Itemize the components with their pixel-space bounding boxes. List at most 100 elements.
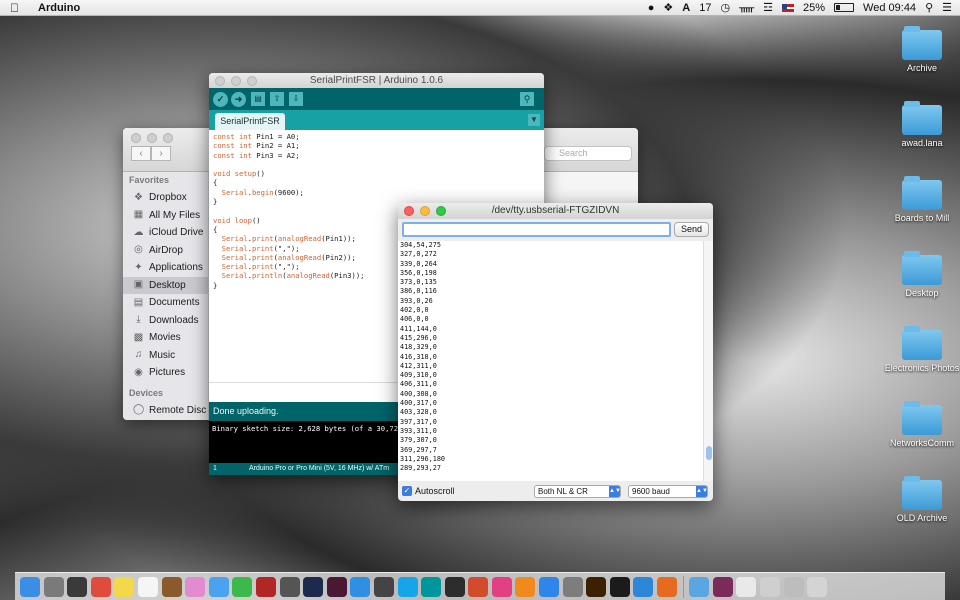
adobe-icon[interactable]: A [682,2,690,14]
zoom-button[interactable] [163,133,173,143]
desktop-folder-electronics[interactable]: Electronics Photos [882,326,960,373]
scrollbar-thumb[interactable] [706,446,712,460]
sidebar-item-movies[interactable]: ▩ Movies [123,329,208,347]
verify-button[interactable]: ✓ [213,91,228,107]
zoom-button[interactable] [436,206,446,216]
illustrator-icon[interactable] [586,576,607,597]
mission-control-icon[interactable] [67,576,88,597]
sidebar-item-desktop[interactable]: ▣ Desktop [123,276,208,294]
zoom-button[interactable] [247,76,257,86]
desktop-folder-networks[interactable]: NetworksComm [882,401,960,448]
launchpad-icon[interactable] [43,576,64,597]
sublime-icon[interactable] [373,576,394,597]
battery-icon[interactable] [834,3,855,12]
desktop-folder-label: awad.lana [901,138,943,148]
desktop-folder-archive[interactable]: Archive [882,26,960,73]
ibooks-icon[interactable] [515,576,536,597]
preferences-icon[interactable] [562,576,583,597]
chevron-down-icon: ▲▼ [609,486,621,497]
spotlight-icon[interactable]: ⚲ [925,1,933,14]
indesign-icon[interactable] [326,576,347,597]
serial-monitor-button[interactable]: ⚲ [520,92,534,106]
sidebar-item-airdrop[interactable]: ◎ AirDrop [123,242,208,260]
minimize-button[interactable] [420,206,430,216]
stickies-icon[interactable] [114,576,135,597]
wunderlist-icon[interactable] [633,576,654,597]
finder-icon[interactable] [20,576,40,597]
sidebar-item-icloud[interactable]: ☁ iCloud Drive [123,224,208,242]
new-sketch-button[interactable]: ▤ [251,92,265,106]
sidebar-item-all-my-files[interactable]: ▦ All My Files [123,207,208,225]
serial-output-line: 411,144,0 [400,324,437,333]
close-button[interactable] [215,76,225,86]
photoshop-icon[interactable] [303,576,324,597]
upload-button[interactable]: ➜ [231,91,246,107]
notifications-count[interactable]: 17 [699,2,711,14]
screenshot-icon[interactable] [760,576,780,597]
battery-percent[interactable]: 25% [803,2,825,14]
presentation-icon[interactable] [783,576,804,597]
desktop-folder-boards[interactable]: Boards to Mill [882,176,960,223]
makerbot-icon[interactable] [444,576,465,597]
rocket-icon[interactable] [468,576,489,597]
apple-menu-icon[interactable]:  [10,1,24,15]
minimize-button[interactable] [147,133,157,143]
arduino-icon[interactable] [421,576,442,597]
serial-input-field[interactable] [402,222,671,237]
autoscroll-checkbox[interactable]: ✓ [402,486,412,496]
sidebar-item-dropbox[interactable]: ❖ Dropbox [123,189,208,207]
serial-scrollbar[interactable] [703,241,713,481]
back-button[interactable]: ‹ [131,146,151,161]
facetime-icon[interactable] [232,576,253,597]
forward-button[interactable]: › [151,146,171,161]
skype-status-icon[interactable]: ● [648,2,655,14]
cura-icon[interactable] [350,576,371,597]
apps-icon: ✦ [134,261,143,273]
save-sketch-button[interactable]: ⇩ [289,92,303,106]
calendar-icon[interactable] [137,576,158,597]
time-machine-icon[interactable]: ◷ [720,1,730,14]
clock[interactable]: Wed 09:44 [863,2,916,14]
chrome-icon[interactable] [90,576,111,597]
applications-folder-icon[interactable] [689,576,710,597]
wifi-icon[interactable]: ☲ [763,1,773,14]
document-stack-icon[interactable] [736,576,757,597]
trash-icon[interactable] [807,576,828,597]
tab-sketch[interactable]: SerialPrintFSR [215,113,285,130]
bluetooth-icon[interactable]: ᚅ [739,1,754,14]
script-icon[interactable] [279,576,300,597]
sidebar-item-documents[interactable]: ▤ Documents [123,294,208,312]
sidebar-item-pictures[interactable]: ◉ Pictures [123,364,208,382]
desktop-folder-awad[interactable]: awad.lana [882,101,960,148]
sidebar-item-music[interactable]: ♫ Music [123,347,208,365]
dropbox-icon[interactable]: ❖ [663,1,673,14]
send-button[interactable]: Send [674,222,709,237]
input-source-flag-icon[interactable] [782,3,795,12]
processing-icon[interactable] [609,576,630,597]
sidebar-item-applications[interactable]: ✦ Applications [123,259,208,277]
notification-center-icon[interactable]: ☰ [942,1,952,14]
close-button[interactable] [404,206,414,216]
open-sketch-button[interactable]: ⇧ [270,92,284,106]
baud-rate-select[interactable]: 9600 baud ▲▼ [628,485,708,498]
firefox-icon[interactable] [657,576,678,597]
camera-icon: ◉ [134,366,143,378]
sidebar-item-downloads[interactable]: ⤓ Downloads [123,312,208,330]
skype-icon[interactable] [397,576,418,597]
close-button[interactable] [131,133,141,143]
photo-booth-icon[interactable] [255,576,276,597]
photos-icon[interactable] [185,576,206,597]
itunes-icon[interactable] [491,576,512,597]
sidebar-item-remote-disc[interactable]: ◯ Remote Disc [123,402,208,420]
finder-search-field[interactable]: Search [544,146,632,161]
indesign-doc-icon[interactable] [712,576,733,597]
messages-icon[interactable] [208,576,229,597]
line-ending-select[interactable]: Both NL & CR ▲▼ [534,485,621,498]
app-menu-name[interactable]: Arduino [38,2,80,14]
minimize-button[interactable] [231,76,241,86]
tab-menu-icon[interactable]: ▼ [528,114,540,126]
app-store-icon[interactable] [539,576,560,597]
desktop-folder-old-archive[interactable]: OLD Archive [882,476,960,523]
notebook-icon[interactable] [161,576,182,597]
desktop-folder-desktop[interactable]: Desktop [882,251,960,298]
